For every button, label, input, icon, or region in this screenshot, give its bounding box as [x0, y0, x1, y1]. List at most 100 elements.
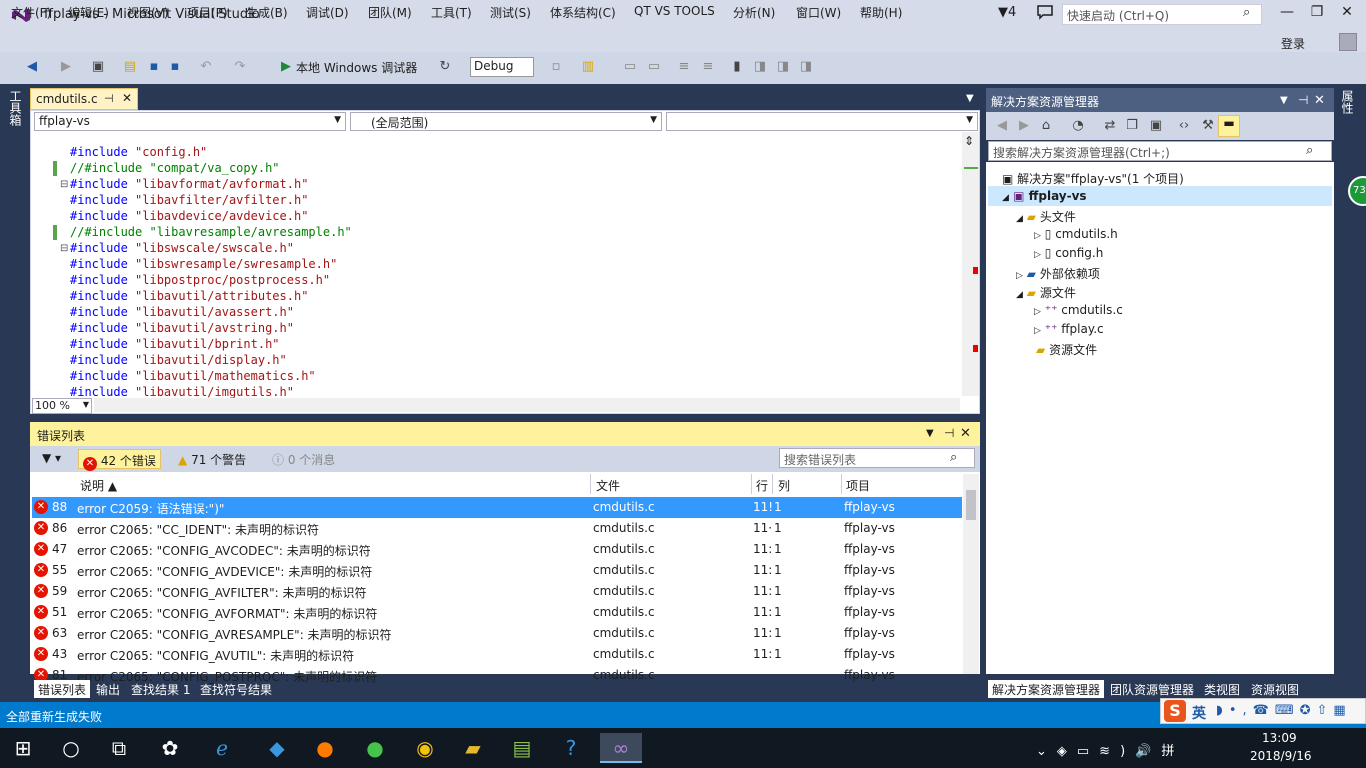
split-icon[interactable]: ⇕: [964, 134, 974, 148]
performance-badge[interactable]: 73: [1348, 176, 1366, 206]
back-icon[interactable]: ◀: [24, 59, 40, 75]
save-icon[interactable]: ▪: [146, 59, 162, 75]
code-line[interactable]: #include "libavfilter/avfilter.h": [70, 192, 352, 208]
tree-folder-resources[interactable]: ▰ 资源文件: [1036, 341, 1097, 358]
visual-studio-taskbar-icon[interactable]: ∞: [600, 733, 642, 763]
tree-file-ffplay-c[interactable]: ▷ ⁺⁺ ffplay.c: [1034, 322, 1104, 336]
column-separator[interactable]: [751, 474, 752, 494]
tab-find-results[interactable]: 查找结果 1: [127, 680, 194, 698]
code-line[interactable]: #include "config.h": [70, 144, 352, 160]
feedback-icon[interactable]: [1036, 4, 1054, 20]
editor-vertical-scrollbar[interactable]: [962, 132, 979, 396]
tab-team-explorer[interactable]: 团队资源管理器: [1106, 680, 1198, 698]
chevron-down-icon[interactable]: ▼: [926, 428, 934, 439]
tab-error-list[interactable]: 错误列表: [34, 680, 91, 698]
member-navigation-select[interactable]: ▼: [666, 112, 978, 131]
code-line[interactable]: #include "libswscale/swscale.h": [70, 240, 352, 256]
sync-icon[interactable]: ⇄: [1102, 118, 1118, 134]
tree-folder-sources[interactable]: ◢ ▰ 源文件: [1016, 284, 1076, 301]
menu-file[interactable]: 文件(F): [11, 4, 51, 21]
tab-find-symbol-results[interactable]: 查找符号结果: [196, 680, 276, 698]
menu-team[interactable]: 团队(M): [368, 4, 412, 21]
start-debugging-button[interactable]: 本地 Windows 调试器: [296, 59, 417, 76]
code-line[interactable]: #include "libavdevice/avdevice.h": [70, 208, 352, 224]
internet-explorer-icon[interactable]: ℯ: [207, 733, 237, 763]
code-line[interactable]: #include "libavutil/avassert.h": [70, 304, 352, 320]
code-line[interactable]: #include "libavutil/mathematics.h": [70, 368, 352, 384]
tree-file-cmdutils-h[interactable]: ▷ ▯ cmdutils.h: [1034, 227, 1118, 241]
solution-search-input[interactable]: 搜索解决方案资源管理器(Ctrl+;): [988, 141, 1332, 161]
column-separator[interactable]: [772, 474, 773, 494]
table-row[interactable]: ✕ 88 error C2059: 语法错误:")" cmdutils.c 11! 1 ff…: [32, 497, 962, 518]
feishu-icon[interactable]: ◆: [262, 733, 292, 763]
tree-external-deps[interactable]: ▷ ▰ 外部依赖项: [1016, 265, 1100, 282]
comment-icon[interactable]: ≡: [676, 59, 692, 75]
open-file-icon[interactable]: ▤: [122, 59, 138, 75]
collapse-icon[interactable]: ⊟: [60, 243, 68, 254]
close-icon[interactable]: ✕: [122, 91, 132, 105]
close-window-button[interactable]: ✕: [1332, 4, 1362, 24]
save-all-icon[interactable]: ▪: [167, 59, 183, 75]
code-line[interactable]: #include "libswresample/swresample.h": [70, 256, 352, 272]
view-code-icon[interactable]: ‹›: [1176, 118, 1192, 134]
table-row[interactable]: ✕ 86 error C2065: "CC_IDENT": 未声明的标识符 cmdut…: [32, 518, 962, 539]
back-icon[interactable]: ◀: [994, 118, 1010, 134]
column-separator[interactable]: [590, 474, 591, 494]
chevron-down-icon[interactable]: ▼: [1280, 95, 1288, 106]
ime-language-toggle[interactable]: 英: [1192, 703, 1206, 723]
code-line[interactable]: #include "libavutil/bprint.h": [70, 336, 352, 352]
forward-icon[interactable]: ▶: [1016, 118, 1032, 134]
preview-selected-icon[interactable]: ▬: [1218, 115, 1240, 137]
toolbar-icon-2[interactable]: ▭: [622, 59, 638, 75]
bookmark-clear-icon[interactable]: ◨: [798, 59, 814, 75]
column-header-file[interactable]: 文件: [596, 477, 620, 494]
column-header-project[interactable]: 项目: [846, 477, 870, 494]
windows-start-icon[interactable]: ⊞: [8, 733, 38, 763]
toolbox-tab[interactable]: 工具箱: [8, 90, 24, 126]
clock-time[interactable]: 13:09: [1262, 731, 1297, 745]
collapse-icon[interactable]: ⊟: [60, 179, 68, 190]
app-icon[interactable]: ✿: [155, 733, 185, 763]
scroll-thumb[interactable]: [966, 490, 976, 520]
close-icon[interactable]: ✕: [960, 426, 971, 441]
solution-configuration-select[interactable]: Debug: [470, 57, 534, 77]
task-view-icon[interactable]: ⧉: [104, 733, 134, 763]
tree-solution[interactable]: ▣ 解决方案"ffplay-vs"(1 个项目): [1002, 170, 1184, 187]
column-header-line[interactable]: 行: [756, 477, 768, 494]
quick-launch-input[interactable]: 快速启动 (Ctrl+Q): [1062, 4, 1262, 25]
show-all-files-icon[interactable]: ▣: [1148, 118, 1164, 134]
tab-solution-explorer[interactable]: 解决方案资源管理器: [988, 680, 1105, 698]
pin-icon[interactable]: ⊣: [104, 92, 114, 105]
menu-build[interactable]: 生成(B): [246, 4, 288, 21]
column-header-description[interactable]: 说明 ▲: [80, 477, 117, 494]
clock-date[interactable]: 2018/9/16: [1250, 749, 1312, 763]
bookmark-next-icon[interactable]: ◨: [775, 59, 791, 75]
code-line[interactable]: #include "libavformat/avformat.h": [70, 176, 352, 192]
minimize-button[interactable]: —: [1272, 4, 1302, 24]
find-in-files-icon[interactable]: ▥: [580, 59, 596, 75]
sogou-ime-icon[interactable]: S: [1164, 700, 1186, 722]
messages-filter-button[interactable]: ⓘ 0 个消息: [268, 449, 339, 469]
menu-window[interactable]: 窗口(W): [796, 4, 841, 21]
tree-file-config-h[interactable]: ▷ ▯ config.h: [1034, 246, 1103, 260]
table-row[interactable]: ✕ 51 error C2065: "CONFIG_AVFORMAT": 未声明的标…: [32, 602, 962, 623]
tab-class-view[interactable]: 类视图: [1200, 680, 1244, 698]
code-line[interactable]: #include "libavutil/display.h": [70, 352, 352, 368]
bookmark-prev-icon[interactable]: ◨: [752, 59, 768, 75]
menu-qt-vs-tools[interactable]: QT VS TOOLS: [634, 4, 715, 18]
account-icon[interactable]: [1339, 33, 1357, 51]
zoom-select[interactable]: 100 % ▼: [32, 398, 92, 414]
tree-folder-headers[interactable]: ◢ ▰ 头文件: [1016, 208, 1076, 225]
forward-icon[interactable]: ▶: [58, 59, 74, 75]
uncomment-icon[interactable]: ≡: [700, 59, 716, 75]
chevron-down-icon[interactable]: ▼: [966, 93, 974, 104]
column-separator[interactable]: [841, 474, 842, 494]
maximize-button[interactable]: ❐: [1302, 4, 1332, 24]
close-icon[interactable]: ✕: [1314, 93, 1325, 108]
menu-architecture[interactable]: 体系结构(C): [550, 4, 616, 21]
menu-test[interactable]: 测试(S): [490, 4, 531, 21]
table-row[interactable]: ✕ 55 error C2065: "CONFIG_AVDEVICE": 未声明的标…: [32, 560, 962, 581]
browser-360-icon[interactable]: ●: [360, 733, 390, 763]
menu-analyze[interactable]: 分析(N): [733, 4, 775, 21]
menu-debug[interactable]: 调试(D): [306, 4, 349, 21]
